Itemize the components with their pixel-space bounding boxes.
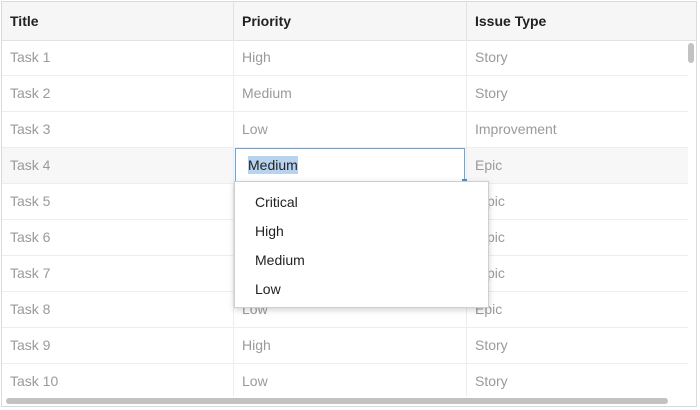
column-header-priority[interactable]: Priority xyxy=(234,2,467,40)
issue-type-cell[interactable]: Improvement xyxy=(467,112,688,147)
table-row[interactable]: Task 1 High Story xyxy=(2,40,688,76)
dropdown-option-high[interactable]: High xyxy=(235,217,488,246)
title-cell[interactable]: Task 3 xyxy=(2,112,234,147)
priority-dropdown-menu: Critical High Medium Low xyxy=(234,181,489,308)
table-row[interactable]: Task 4 Medium Epic xyxy=(2,148,688,184)
issue-type-cell[interactable]: pic xyxy=(467,184,688,219)
issue-type-cell[interactable]: Story xyxy=(467,40,688,75)
dropdown-option-low[interactable]: Low xyxy=(235,275,488,304)
table-row[interactable]: Task 3 Low Improvement xyxy=(2,112,688,148)
priority-cell[interactable]: Medium xyxy=(234,76,467,111)
priority-cell[interactable]: Low xyxy=(234,112,467,147)
priority-cell[interactable]: High xyxy=(234,328,467,363)
column-header-title[interactable]: Title xyxy=(2,2,234,40)
issue-type-cell[interactable]: Story xyxy=(467,76,688,111)
title-cell[interactable]: Task 2 xyxy=(2,76,234,111)
dropdown-option-medium[interactable]: Medium xyxy=(235,246,488,275)
priority-cell-editing[interactable]: Medium xyxy=(234,148,467,184)
horizontal-scrollbar[interactable] xyxy=(2,396,696,406)
column-header-issue-type[interactable]: Issue Type xyxy=(467,2,696,40)
issue-type-cell[interactable]: Story xyxy=(467,328,688,363)
title-cell[interactable]: Task 5 xyxy=(2,184,234,219)
title-cell[interactable]: Task 4 xyxy=(2,148,234,183)
vertical-scrollbar[interactable] xyxy=(686,40,696,396)
title-cell[interactable]: Task 10 xyxy=(2,364,234,396)
issue-type-cell[interactable]: pic xyxy=(467,256,688,291)
issue-type-cell[interactable]: pic xyxy=(467,220,688,255)
editor-selected-text: Medium xyxy=(248,156,298,174)
issue-type-cell[interactable]: Epic xyxy=(467,292,688,327)
dropdown-option-critical[interactable]: Critical xyxy=(235,188,488,217)
table-row[interactable]: Task 2 Medium Story xyxy=(2,76,688,112)
table-row[interactable]: Task 10 Low Story xyxy=(2,364,688,396)
table-row[interactable]: Task 9 High Story xyxy=(2,328,688,364)
grid-header: Title Priority Issue Type xyxy=(2,2,696,41)
title-cell[interactable]: Task 9 xyxy=(2,328,234,363)
title-cell[interactable]: Task 7 xyxy=(2,256,234,291)
title-cell[interactable]: Task 8 xyxy=(2,292,234,327)
issue-type-cell[interactable]: Story xyxy=(467,364,688,396)
priority-editor-input[interactable]: Medium xyxy=(235,148,467,184)
priority-cell[interactable]: Low xyxy=(234,364,467,396)
title-cell[interactable]: Task 1 xyxy=(2,40,234,75)
horizontal-scroll-thumb[interactable] xyxy=(6,398,668,404)
title-cell[interactable]: Task 6 xyxy=(2,220,234,255)
vertical-scroll-thumb[interactable] xyxy=(688,43,694,63)
priority-cell[interactable]: High xyxy=(234,40,467,75)
issue-type-cell[interactable]: Epic xyxy=(467,148,688,183)
